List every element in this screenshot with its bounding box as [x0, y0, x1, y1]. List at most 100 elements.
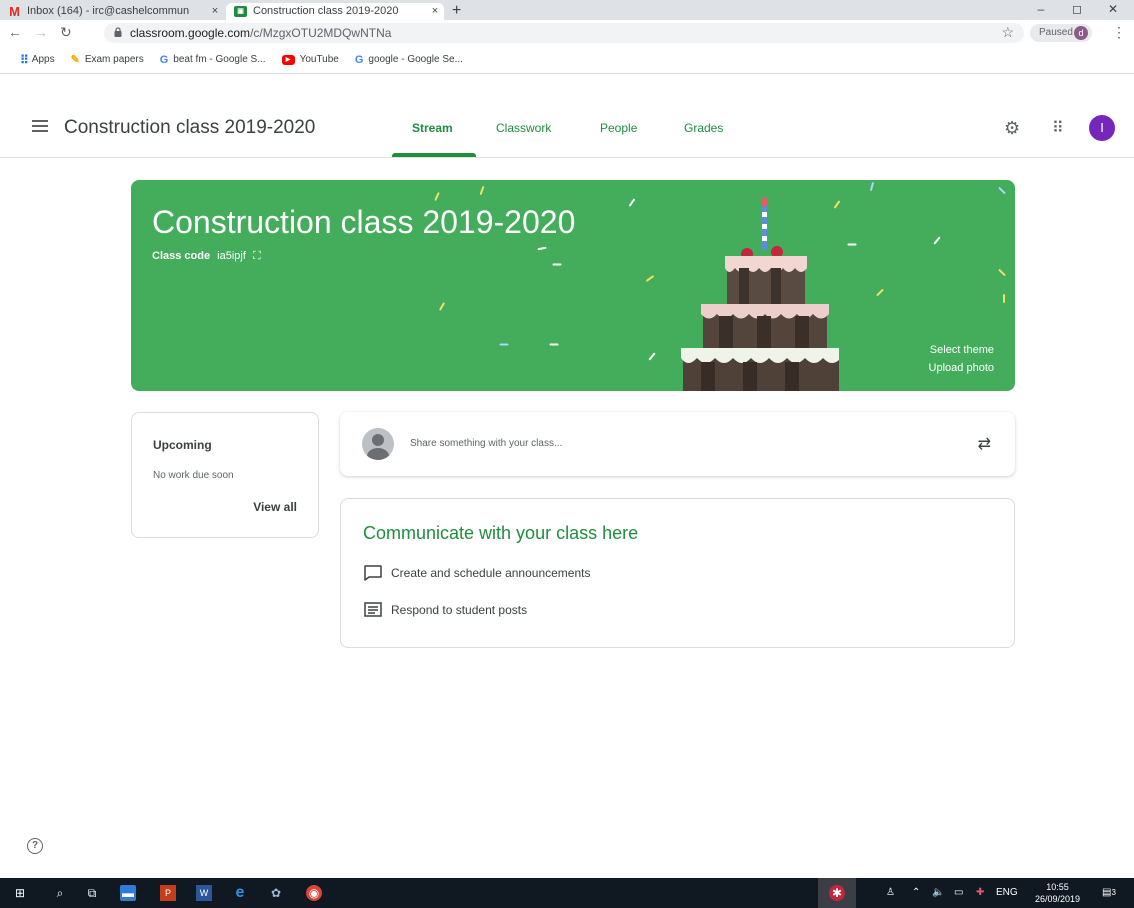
respond-posts-label: Respond to student posts — [391, 603, 528, 617]
minimize-button[interactable]: – — [1026, 2, 1056, 16]
confetti-decoration — [499, 343, 509, 346]
repost-icon[interactable]: ⇄ — [978, 434, 991, 454]
url-path: /c/MzgxOTU2MDQwNTNa — [250, 26, 392, 40]
address-bar[interactable]: classroom.google.com/c/MzgxOTU2MDQwNTNa … — [104, 23, 1024, 43]
google-icon: G — [159, 53, 169, 66]
share-placeholder[interactable]: Share something with your class... — [410, 438, 562, 449]
confetti-decoration — [648, 352, 656, 361]
bookmarks-bar: ⠿ Apps ✎ Exam papers Gbeat fm - Google S..… — [0, 46, 1134, 74]
settings-gear-icon[interactable]: ⚙ — [1004, 118, 1020, 139]
respond-posts-row: Respond to student posts — [363, 602, 527, 618]
bookmark-label: Apps — [31, 54, 55, 65]
announcement-icon — [364, 565, 382, 581]
clock-date: 26/09/2019 — [1035, 894, 1081, 904]
url-host: classroom.google.com — [130, 26, 251, 40]
profile-paused-button[interactable]: Paused d — [1030, 24, 1092, 42]
birthday-cake-illustration — [681, 197, 839, 391]
tray-gift-icon[interactable]: ✚ — [976, 887, 984, 898]
tab-classwork[interactable]: Classwork — [496, 121, 551, 135]
bookmark-label: Exam papers — [84, 54, 144, 65]
gmail-icon: M — [9, 4, 20, 19]
browser-menu-icon[interactable]: ⋮ — [1112, 24, 1126, 41]
bookmark-youtube[interactable]: ▶ YouTube — [281, 54, 339, 65]
network-icon[interactable]: ▭ — [954, 887, 963, 898]
tab-close-icon[interactable]: × — [426, 3, 444, 20]
notifications-icon[interactable]: ▤3 — [1102, 887, 1116, 898]
bookmark-apps[interactable]: ⠿ Apps — [20, 53, 55, 67]
windows-start-icon[interactable]: ⊞ — [12, 885, 28, 901]
bookmark-beat-fm[interactable]: Gbeat fm - Google S... — [160, 54, 266, 66]
show-hidden-icons[interactable]: ⌃ — [912, 887, 920, 898]
active-tab-indicator — [392, 153, 476, 157]
confetti-decoration — [876, 288, 884, 297]
restore-button[interactable]: ◻ — [1062, 2, 1092, 16]
upcoming-card: Upcoming No work due soon View all — [131, 412, 319, 538]
communicate-title: Communicate with your class here — [363, 523, 639, 543]
word-icon[interactable]: W — [196, 885, 212, 901]
confetti-decoration — [869, 181, 875, 192]
expand-code-icon[interactable]: ⛶ — [253, 250, 261, 262]
create-announcements-row: Create and schedule announcements — [363, 565, 590, 581]
forward-arrow-icon[interactable]: → — [34, 24, 48, 40]
tray-app-icon[interactable]: ✱ — [829, 885, 845, 901]
edge-icon[interactable]: e — [232, 885, 248, 901]
browser-tab-strip: M Inbox (164) - irc@cashelcommun × ▣ Con… — [0, 0, 1134, 20]
task-view-icon[interactable]: ⧉ — [84, 885, 100, 901]
class-title[interactable]: Construction class 2019-2020 — [64, 117, 315, 139]
screen: M Inbox (164) - irc@cashelcommun × ▣ Con… — [0, 0, 1134, 908]
class-code: Class code ia5ipjf ⛶ — [152, 250, 261, 263]
posts-icon — [364, 602, 382, 617]
new-tab-button[interactable]: + — [452, 2, 461, 20]
url-text: classroom.google.com/c/MzgxOTU2MDQwNTNa — [130, 26, 391, 40]
bookmark-star-icon[interactable]: ☆ — [1001, 24, 1014, 41]
classroom-icon: ▣ — [234, 6, 247, 17]
file-explorer-icon[interactable]: ▬ — [120, 885, 136, 901]
confetti-decoration — [479, 185, 485, 196]
account-avatar[interactable]: I — [1089, 115, 1115, 141]
browser-tab-classroom[interactable]: ▣ Construction class 2019-2020 × — [226, 3, 444, 20]
reload-icon[interactable]: ↻ — [60, 24, 72, 41]
bookmark-google-search[interactable]: Ggoogle - Google Se... — [355, 54, 463, 66]
main-menu-icon[interactable] — [32, 120, 48, 132]
confetti-decoration — [552, 263, 562, 266]
bookmark-exam-papers[interactable]: ✎ Exam papers — [71, 53, 144, 66]
tab-close-icon[interactable]: × — [206, 3, 224, 20]
class-banner: Construction class 2019-2020 Class code … — [131, 180, 1015, 391]
confetti-decoration — [998, 268, 1006, 277]
select-theme-link[interactable]: Select theme — [930, 344, 994, 356]
communicate-card: Communicate with your class here Create … — [340, 498, 1015, 648]
confetti-decoration — [847, 243, 857, 246]
bookmark-label: YouTube — [299, 54, 339, 65]
browser-toolbar: ← → ↻ classroom.google.com/c/MzgxOTU2MDQ… — [0, 20, 1134, 46]
confetti-decoration — [628, 198, 636, 207]
google-apps-icon[interactable]: ⠿ — [1052, 118, 1064, 138]
people-icon[interactable]: ♙ — [886, 887, 895, 898]
tab-people[interactable]: People — [600, 121, 637, 135]
tab-grades[interactable]: Grades — [684, 121, 723, 135]
help-icon[interactable]: ? — [27, 838, 43, 854]
upcoming-status: No work due soon — [153, 470, 234, 481]
confetti-decoration — [537, 246, 547, 251]
clock[interactable]: 10:55 26/09/2019 — [1035, 881, 1080, 905]
volume-icon[interactable]: 🔈 — [932, 887, 944, 898]
back-arrow-icon[interactable]: ← — [8, 24, 22, 40]
publisher-icon[interactable]: P — [160, 885, 176, 901]
apps-icon: ⠿ — [20, 52, 29, 67]
profile-status: Paused — [1039, 27, 1073, 38]
search-icon[interactable]: ⌕ — [52, 885, 68, 901]
close-window-button[interactable]: ✕ — [1098, 2, 1128, 16]
upcoming-title: Upcoming — [153, 438, 212, 452]
bookmark-label: google - Google Se... — [368, 54, 463, 65]
create-announcements-label: Create and schedule announcements — [391, 566, 591, 580]
language-indicator[interactable]: ENG — [996, 887, 1018, 898]
tab-title: Inbox (164) - irc@cashelcommun — [27, 5, 190, 17]
app-icon[interactable]: ✿ — [268, 885, 284, 901]
upload-photo-link[interactable]: Upload photo — [929, 362, 994, 374]
pen-icon: ✎ — [70, 54, 80, 66]
tab-stream[interactable]: Stream — [412, 121, 453, 135]
chrome-icon[interactable]: ◉ — [306, 885, 322, 901]
browser-tab-gmail[interactable]: M Inbox (164) - irc@cashelcommun × — [0, 3, 224, 20]
share-box[interactable]: Share something with your class... ⇄ — [340, 412, 1015, 476]
google-icon: G — [354, 53, 364, 66]
view-all-link[interactable]: View all — [253, 500, 297, 514]
